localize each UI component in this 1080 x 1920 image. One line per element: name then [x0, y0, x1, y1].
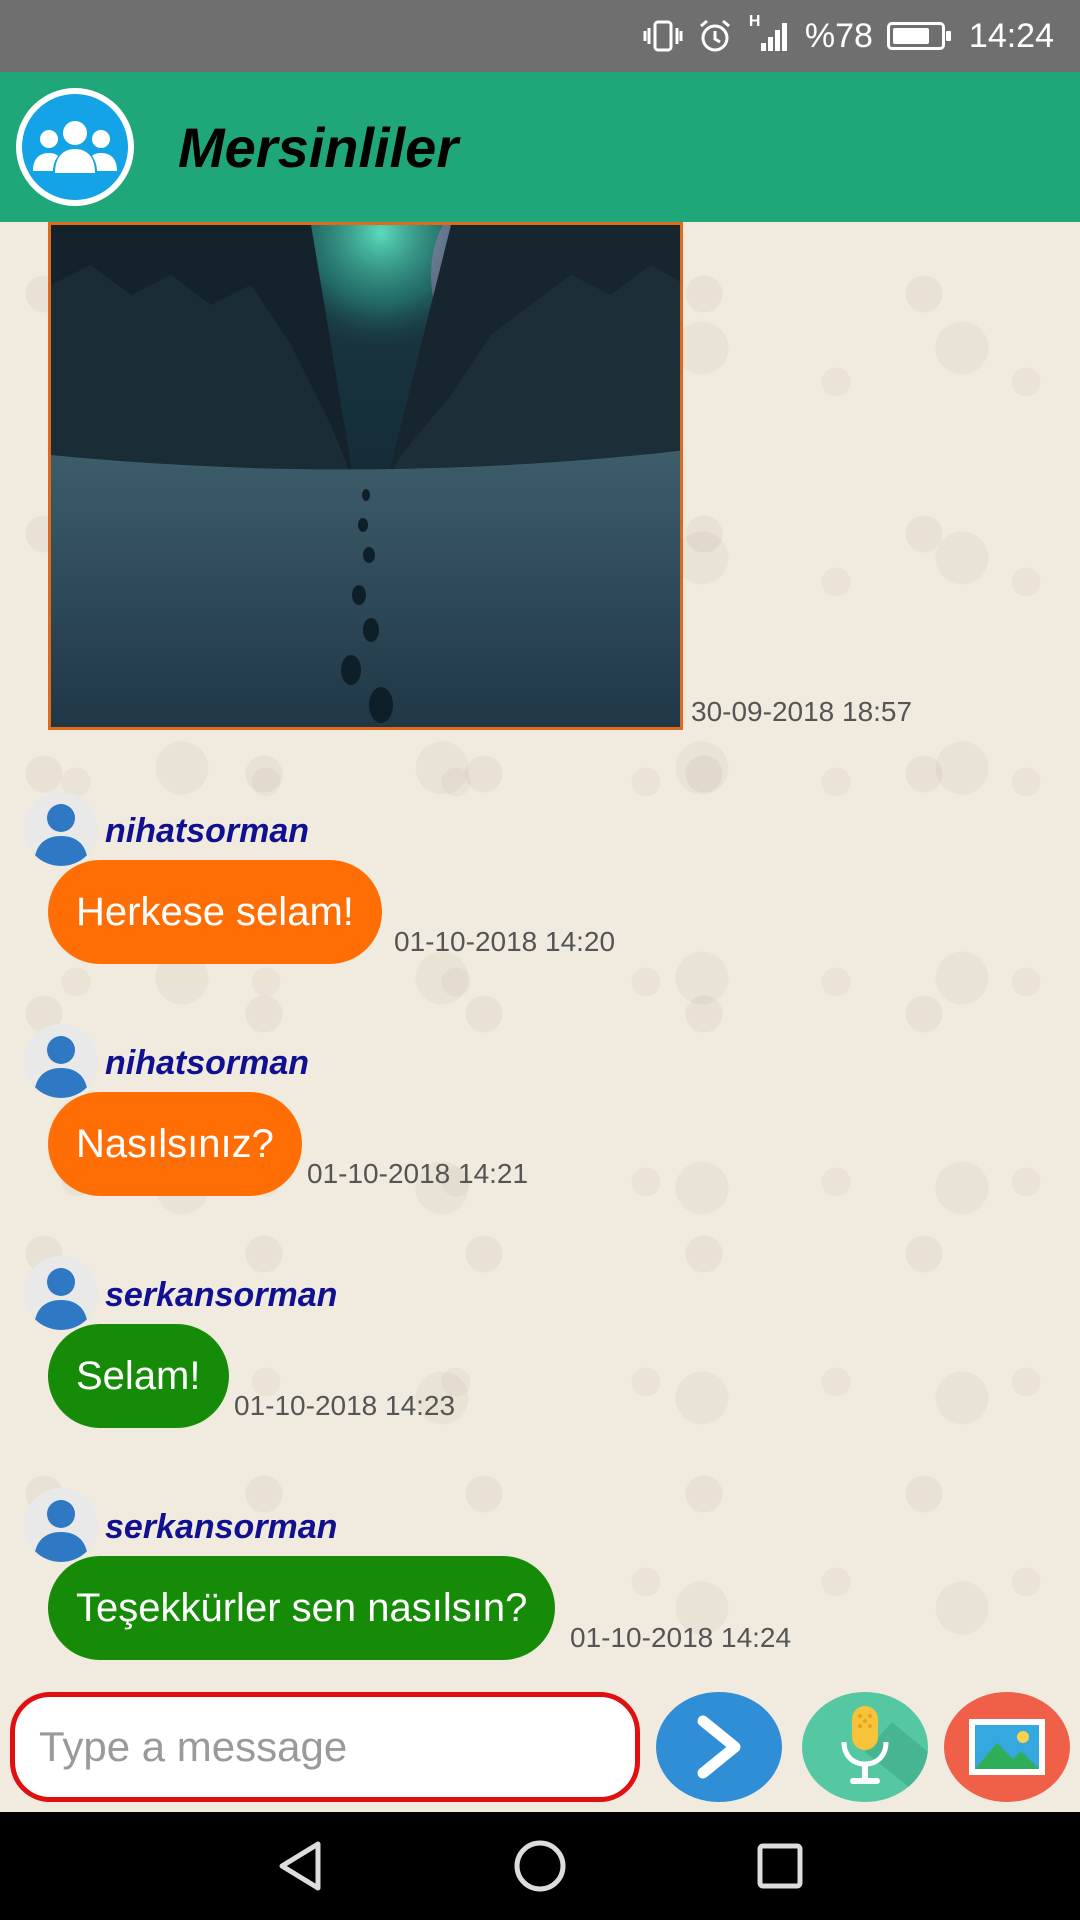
group-title: Mersinliler	[178, 115, 459, 179]
sender-name: serkansorman	[105, 1508, 338, 1546]
message-timestamp: 01-10-2018 14:21	[307, 1158, 529, 1189]
recents-button[interactable]	[735, 1821, 825, 1911]
status-bar: H %78 14:24	[0, 0, 1080, 72]
status-time: 14:24	[968, 16, 1054, 55]
group-icon	[33, 121, 117, 173]
message-bubble[interactable]: Teşekkürler sen nasılsın?	[48, 1556, 556, 1660]
photo-timestamp: 30-09-2018 18:57	[691, 696, 913, 727]
user-avatar-icon	[24, 1024, 98, 1098]
vibrate-icon	[643, 19, 683, 53]
home-circle-icon	[514, 1840, 566, 1892]
sender-name: serkansorman	[105, 1276, 338, 1314]
composer-bar	[0, 1692, 1080, 1812]
attach-image-button[interactable]	[944, 1692, 1070, 1802]
user-avatar-icon	[24, 1256, 98, 1330]
voice-record-button[interactable]	[802, 1692, 928, 1802]
message-bubble[interactable]: Nasılsınız?	[48, 1092, 302, 1196]
user-avatar-icon	[24, 792, 98, 866]
battery-icon	[886, 22, 951, 50]
image-icon	[969, 1719, 1045, 1775]
message-bubble[interactable]: Herkese selam!	[48, 860, 382, 964]
message-timestamp: 01-10-2018 14:20	[394, 926, 616, 957]
message-timestamp: 01-10-2018 14:23	[234, 1390, 456, 1421]
network-type-label: H	[748, 13, 761, 30]
send-button[interactable]	[656, 1692, 782, 1802]
chevron-right-icon	[697, 1715, 741, 1779]
battery-level-fill	[892, 28, 929, 44]
message-bubble[interactable]: Selam!	[48, 1324, 229, 1428]
sender-name: nihatsorman	[105, 1044, 310, 1082]
recents-square-icon	[757, 1843, 803, 1889]
signal-icon: H	[747, 13, 791, 53]
shared-photo[interactable]	[48, 222, 683, 730]
message-input[interactable]	[10, 1692, 640, 1802]
aurora-forest-photo	[51, 225, 680, 727]
chat-messages-area[interactable]: 30-09-2018 18:57 nihatsorman Herkese sel…	[0, 222, 1080, 1692]
user-avatar-icon	[24, 1488, 98, 1562]
back-button[interactable]	[255, 1821, 345, 1911]
microphone-icon	[841, 1706, 928, 1802]
home-button[interactable]	[495, 1821, 585, 1911]
back-triangle-icon	[279, 1841, 321, 1891]
group-avatar[interactable]	[16, 88, 134, 206]
chat-screen: H %78 14:24 Mersinliler 30-09-2018 18:57…	[0, 0, 1080, 1920]
message-timestamp: 01-10-2018 14:24	[570, 1622, 792, 1653]
app-bar: Mersinliler	[0, 72, 1080, 222]
battery-percentage: %78	[804, 16, 873, 55]
system-nav-bar	[0, 1812, 1080, 1920]
alarm-icon	[697, 18, 733, 54]
sender-name: nihatsorman	[105, 812, 310, 850]
